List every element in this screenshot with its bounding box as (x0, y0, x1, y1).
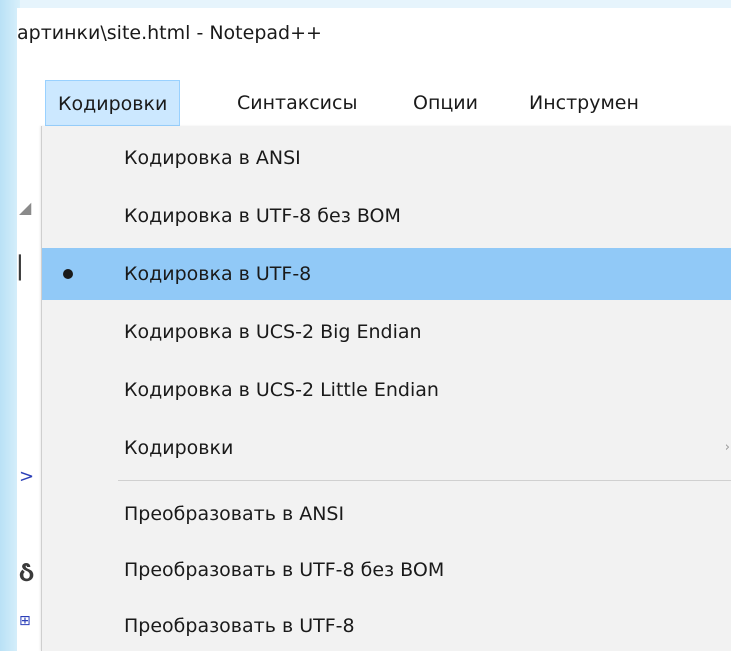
menu-encoding[interactable]: Кодировки (45, 80, 181, 126)
menu-tools[interactable]: Инструмен (517, 80, 651, 126)
encode-ucs2-little-endian-item[interactable]: Кодировка в UCS-2 Little Endian (42, 364, 731, 416)
window-title: артинки\site.html - Notepad++ (17, 22, 322, 44)
convert-ansi-item[interactable]: Преобразовать в ANSI (42, 488, 731, 540)
scrollbar-fragment-icon: ▏ (19, 256, 36, 281)
encodings-submenu-item[interactable]: Кодировки › (42, 422, 731, 474)
code-fragment-icon: Ⴢ (19, 562, 35, 587)
encoding-dropdown: Кодировка в ANSI Кодировка в UTF-8 без B… (41, 126, 731, 651)
menu-item-label: Преобразовать в UTF-8 (124, 615, 355, 637)
fold-plus-icon: ⊞ (19, 613, 31, 629)
radio-bullet-icon (63, 269, 73, 279)
menu-item-label: Кодировка в ANSI (124, 147, 301, 169)
encode-ansi-item[interactable]: Кодировка в ANSI (42, 132, 731, 184)
encode-ucs2-big-endian-item[interactable]: Кодировка в UCS-2 Big Endian (42, 306, 731, 358)
convert-utf8-no-bom-item[interactable]: Преобразовать в UTF-8 без BOM (42, 544, 731, 596)
notepad-window: артинки\site.html - Notepad++ Кодировки … (17, 8, 731, 651)
editor-behind-menu: ◢ ▏ > Ⴢ ⊞ (17, 126, 41, 651)
menu-item-label: Кодировка в UTF-8 без BOM (124, 205, 401, 227)
menu-bar: Кодировки Синтаксисы Опции Инструмен (17, 80, 731, 126)
submenu-arrow-icon: › (724, 440, 730, 455)
menu-item-label: Кодировка в UTF-8 (124, 263, 312, 285)
toolbar-fragment-icon: ◢ (19, 198, 32, 217)
tag-bracket-icon: > (19, 466, 35, 487)
encode-utf8-no-bom-item[interactable]: Кодировка в UTF-8 без BOM (42, 190, 731, 242)
menu-syntax[interactable]: Синтаксисы (225, 80, 369, 126)
menu-item-label: Кодировка в UCS-2 Little Endian (124, 379, 439, 401)
menu-item-label: Кодировки (124, 437, 234, 459)
encode-utf8-item[interactable]: Кодировка в UTF-8 (42, 248, 731, 300)
title-bar: артинки\site.html - Notepad++ (17, 8, 731, 74)
menu-item-label: Кодировка в UCS-2 Big Endian (124, 321, 422, 343)
menu-item-label: Преобразовать в ANSI (124, 503, 345, 525)
menu-options[interactable]: Опции (401, 80, 490, 126)
menu-separator (118, 480, 731, 481)
menu-item-label: Преобразовать в UTF-8 без BOM (124, 559, 445, 581)
convert-utf8-item[interactable]: Преобразовать в UTF-8 (42, 600, 731, 651)
